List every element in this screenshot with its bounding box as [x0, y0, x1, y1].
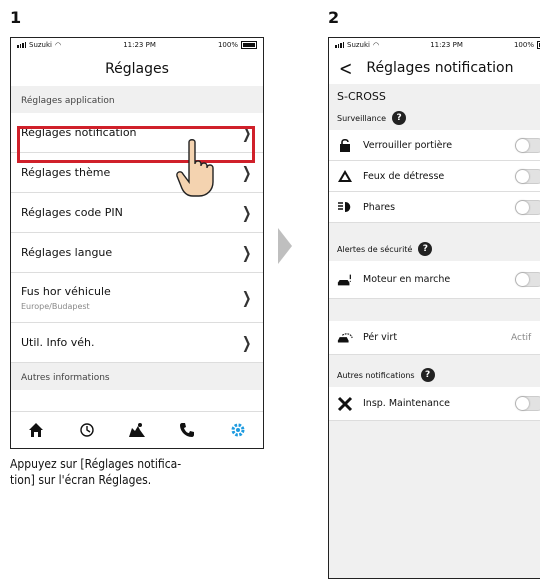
settings-item-notification[interactable]: Réglages notification ❯	[11, 113, 263, 153]
settings-item-label: Fus hor véhicule	[21, 284, 111, 298]
section-title: Autres notifications	[337, 370, 415, 380]
chevron-right-icon: ❯	[241, 163, 251, 182]
car-alert-icon	[337, 273, 353, 287]
chevron-right-icon: ❯	[241, 333, 251, 352]
tap-hand-icon	[176, 139, 214, 197]
list-item-headlights: Phares	[329, 192, 540, 223]
settings-item-timezone[interactable]: Fus hor véhicule Europe/Budapest ❯	[11, 273, 263, 323]
battery-icon	[240, 41, 257, 49]
signal-icon	[17, 42, 26, 48]
carrier-label: Suzuki	[347, 41, 370, 49]
chevron-right-icon: ❯	[241, 203, 251, 222]
section-title: Surveillance	[337, 113, 387, 123]
hazard-icon	[337, 170, 353, 182]
phone-icon[interactable]	[173, 416, 201, 444]
headlight-icon	[337, 202, 353, 212]
section-title: Alertes de sécurité	[337, 244, 413, 254]
section-header-app: Réglages application	[11, 86, 263, 113]
geofence-car-icon	[337, 332, 353, 344]
history-icon[interactable]	[73, 416, 101, 444]
settings-item-label: Util. Info véh.	[21, 336, 95, 349]
step-number-1: 1	[10, 8, 22, 27]
toggle-switch[interactable]	[515, 138, 540, 153]
help-icon[interactable]: ?	[392, 111, 407, 125]
list-item-label: Verrouiller portière	[363, 139, 453, 151]
back-arrow-icon[interactable]: <	[339, 57, 352, 80]
settings-item-vehicle-info[interactable]: Util. Info véh. ❯	[11, 323, 263, 363]
map-icon[interactable]	[123, 416, 151, 444]
settings-icon[interactable]	[224, 416, 252, 444]
phone-screen-settings: Suzuki ◠ 11:23 PM 100% Réglages Réglages …	[10, 37, 264, 449]
home-icon[interactable]	[22, 416, 50, 444]
section-header-other: Autres informations	[11, 363, 263, 390]
settings-item-label: Réglages notification	[21, 126, 137, 139]
section-header-surveillance: Surveillance?	[329, 106, 540, 130]
page-title: Réglages notification	[366, 60, 514, 76]
list-item-door-lock: Verrouiller portière	[329, 130, 540, 161]
status-value: Actif	[511, 332, 532, 343]
settings-item-theme[interactable]: Réglages thème ❯	[11, 153, 263, 193]
battery-label: 100%	[217, 41, 238, 49]
toggle-switch[interactable]	[515, 200, 540, 215]
wifi-icon: ◠	[55, 41, 62, 49]
step-number-2: 2	[328, 8, 340, 27]
tools-icon	[337, 396, 353, 412]
carrier-label: Suzuki	[29, 41, 52, 49]
section-header-other: Autres notifications?	[329, 363, 540, 387]
settings-item-label: Réglages code PIN	[21, 206, 123, 219]
settings-item-pin[interactable]: Réglages code PIN ❯	[11, 193, 263, 233]
help-icon[interactable]: ?	[418, 242, 433, 256]
status-bar: Suzuki ◠ 11:23 PM 100%	[329, 38, 540, 52]
vehicle-name: S-CROSS	[337, 90, 386, 103]
toggle-switch[interactable]	[515, 272, 540, 287]
tab-bar	[11, 411, 263, 448]
wifi-icon: ◠	[373, 41, 380, 49]
section-header-safety: Alertes de sécurité?	[329, 237, 540, 261]
lock-icon	[337, 138, 353, 152]
list-item-hazard: Feux de détresse	[329, 161, 540, 192]
chevron-right-icon: ❯	[241, 243, 251, 262]
toggle-switch[interactable]	[515, 396, 540, 411]
arrow-right-icon	[278, 228, 292, 264]
settings-item-label: Réglages thème	[21, 166, 111, 179]
time-label: 11:23 PM	[430, 41, 463, 49]
list-item-virtual-perimeter[interactable]: Pér virt Actif	[329, 321, 540, 355]
status-bar: Suzuki ◠ 11:23 PM 100%	[11, 38, 263, 52]
battery-label: 100%	[513, 41, 534, 49]
list-item-label: Pér virt	[363, 332, 398, 343]
instruction-caption: Appuyez sur [Réglages notifica- tion] su…	[10, 457, 182, 487]
settings-item-label: Réglages langue	[21, 246, 113, 259]
help-icon[interactable]: ?	[420, 368, 435, 382]
list-item-engine-running: Moteur en marche	[329, 261, 540, 299]
time-label: 11:23 PM	[123, 41, 156, 49]
chevron-right-icon: ❯	[241, 288, 251, 307]
signal-icon	[335, 42, 344, 48]
chevron-right-icon: ❯	[241, 123, 251, 142]
settings-item-sublabel: Europe/Budapest	[21, 301, 90, 311]
page-title: Réglages	[105, 61, 169, 77]
header: < Réglages notification	[329, 52, 540, 84]
list-item-maintenance: Insp. Maintenance	[329, 387, 540, 421]
list-item-label: Feux de détresse	[363, 170, 445, 182]
toggle-switch[interactable]	[515, 169, 540, 184]
notification-list: S-CROSS Surveillance? Verrouiller portiè…	[329, 84, 540, 578]
settings-item-language[interactable]: Réglages langue ❯	[11, 233, 263, 273]
phone-screen-notification-settings: Suzuki ◠ 11:23 PM 100% < Réglages notific…	[328, 37, 540, 579]
list-item-label: Phares	[363, 201, 396, 213]
list-item-label: Moteur en marche	[363, 274, 451, 285]
list-item-label: Insp. Maintenance	[363, 398, 451, 409]
